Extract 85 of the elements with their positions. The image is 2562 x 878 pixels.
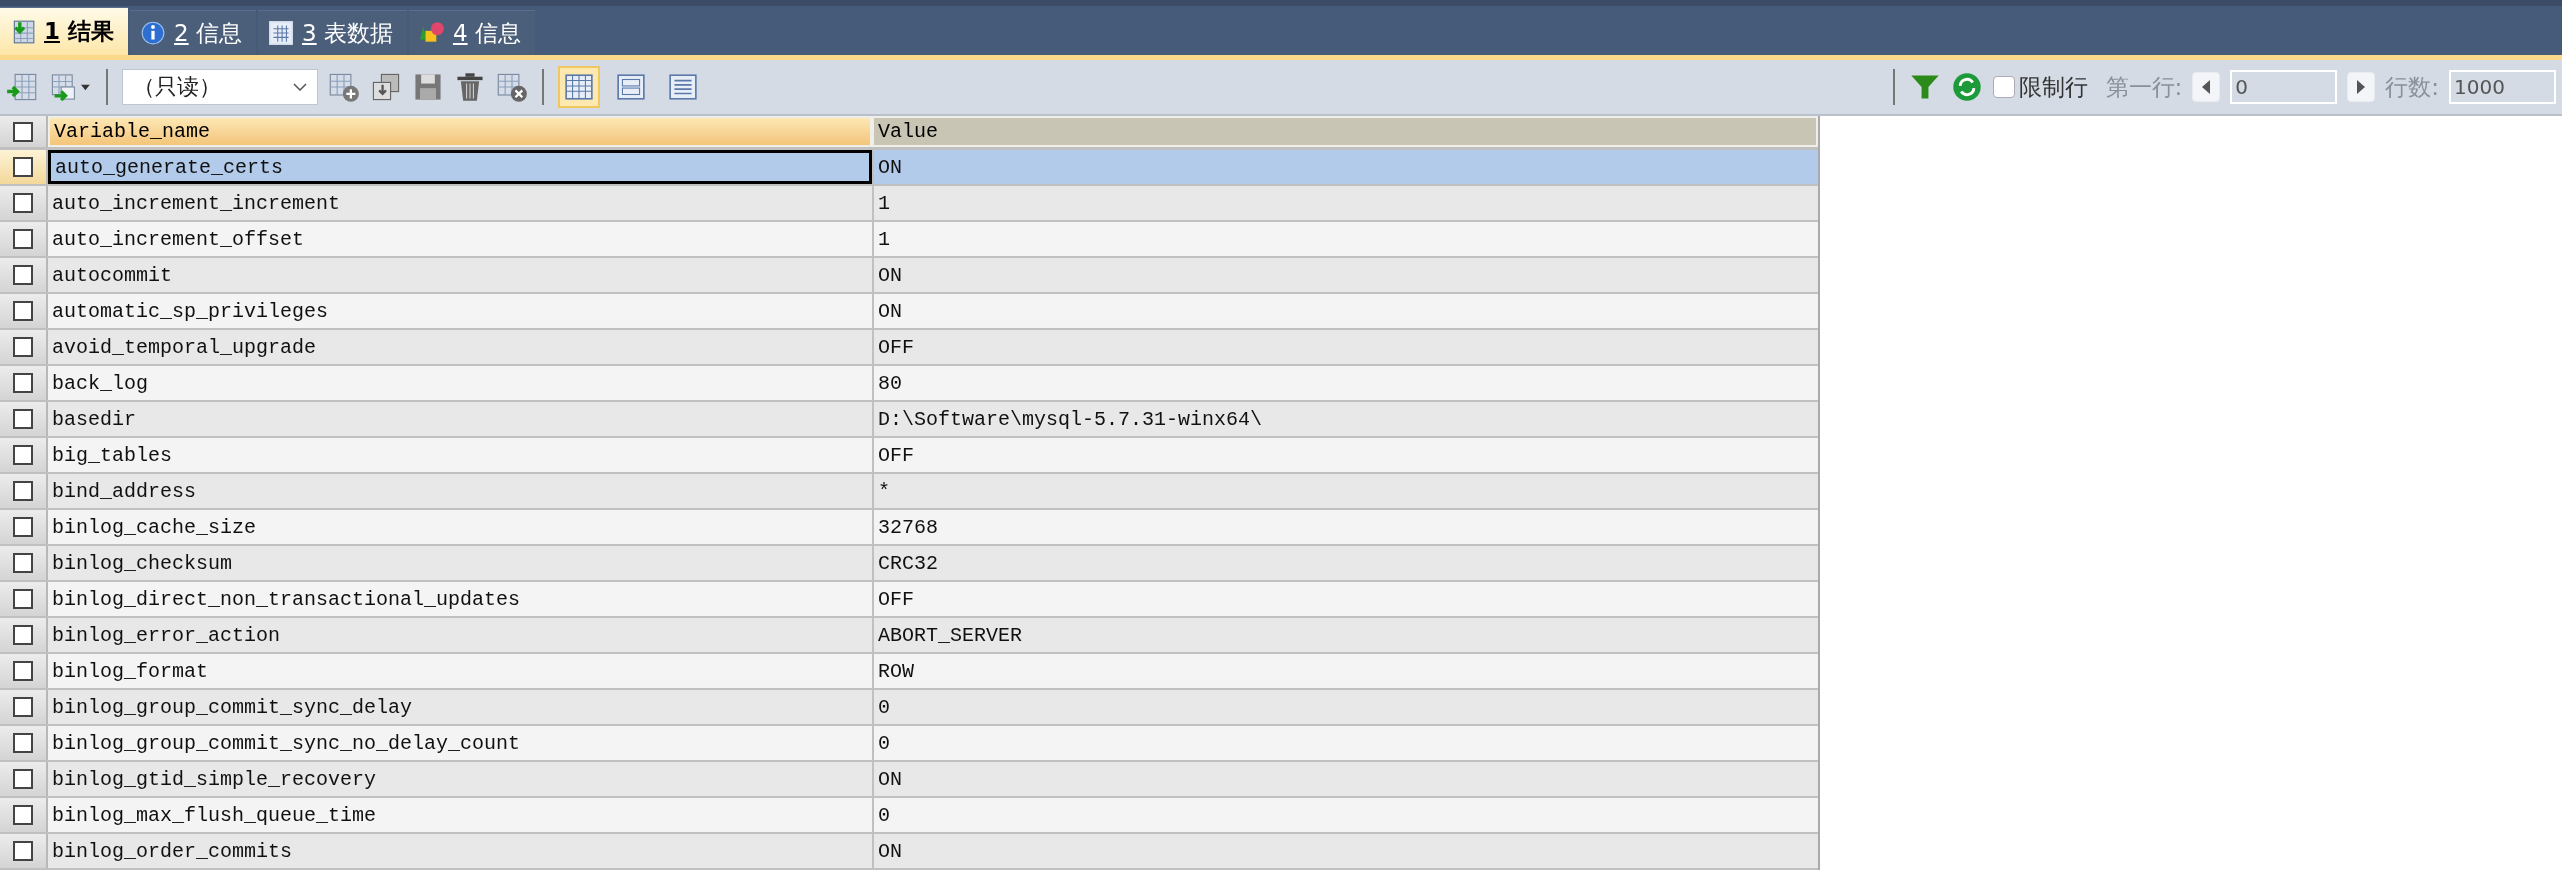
table-cell: 0 — [872, 798, 1818, 832]
result-tab[interactable]: 1 结果 — [0, 7, 129, 55]
table-cell: ON — [872, 762, 1818, 796]
delete-table-icon[interactable] — [496, 71, 528, 103]
table-cell: binlog_checksum — [48, 546, 872, 580]
table-cell: ON — [872, 258, 1818, 292]
row-checkbox[interactable] — [13, 625, 33, 645]
table-cell: binlog_direct_non_transactional_updates — [48, 582, 872, 616]
table-cell: binlog_group_commit_sync_delay — [48, 690, 872, 724]
table-cell: ROW — [872, 654, 1818, 688]
limit-rows-label: 限制行 — [2018, 72, 2088, 102]
row-checkbox[interactable] — [13, 517, 33, 537]
table-cell: 1 — [872, 222, 1818, 256]
row-checkbox[interactable] — [13, 193, 33, 213]
table-cell: auto_generate_certs — [48, 150, 872, 184]
row-checkbox[interactable] — [13, 769, 33, 789]
table-cell: binlog_error_action — [48, 618, 872, 652]
table-cell: 32768 — [872, 510, 1818, 544]
row-checkbox[interactable] — [13, 265, 33, 285]
row-checkbox[interactable] — [13, 697, 33, 717]
row-checkbox[interactable] — [13, 841, 33, 861]
duplicate-icon[interactable] — [370, 71, 402, 103]
row-checkbox[interactable] — [13, 337, 33, 357]
row-checkbox[interactable] — [13, 661, 33, 681]
table-cell: CRC32 — [872, 546, 1818, 580]
right-triangle-icon — [2356, 79, 2367, 95]
limit-rows-checkbox[interactable] — [1992, 76, 2015, 98]
table-cell: ON — [872, 834, 1818, 868]
result-tab[interactable]: 4 信息 — [408, 10, 535, 55]
table-cell: bind_address — [48, 474, 872, 508]
table-cell: basedir — [48, 402, 872, 436]
row-checkbox[interactable] — [13, 805, 33, 825]
select-all-checkbox[interactable] — [13, 121, 33, 142]
refresh-icon[interactable] — [1950, 71, 1983, 103]
left-triangle-icon — [2201, 79, 2212, 95]
grid-view-button[interactable] — [558, 66, 600, 108]
table-cell: binlog_gtid_simple_recovery — [48, 762, 872, 796]
column-header[interactable]: Value — [872, 116, 1818, 147]
table-cell: OFF — [872, 582, 1818, 616]
result-tab[interactable]: 2 信息 — [130, 10, 256, 55]
row-count-label: 行数: — [2385, 72, 2439, 102]
row-checkbox[interactable] — [13, 157, 33, 177]
table-cell: binlog_order_commits — [48, 834, 872, 868]
row-checkbox[interactable] — [13, 589, 33, 609]
column-header[interactable]: Variable_name — [48, 116, 872, 147]
table-cell: binlog_max_flush_queue_time — [48, 798, 872, 832]
add-row-icon[interactable] — [328, 71, 360, 103]
table-cell: automatic_sp_privileges — [48, 294, 872, 328]
table-cell: 1 — [872, 186, 1818, 220]
table-icon — [268, 20, 294, 46]
row-checkbox[interactable] — [13, 481, 33, 501]
row-checkbox[interactable] — [13, 733, 33, 753]
row-checkbox[interactable] — [13, 301, 33, 321]
mode-dropdown[interactable]: （只读） — [122, 69, 318, 105]
table-cell: 0 — [872, 726, 1818, 760]
table-cell: autocommit — [48, 258, 872, 292]
table-cell: * — [872, 474, 1818, 508]
table-cell: OFF — [872, 438, 1818, 472]
row-checkbox[interactable] — [13, 409, 33, 429]
table-cell: binlog_group_commit_sync_no_delay_count — [48, 726, 872, 760]
table-cell: binlog_format — [48, 654, 872, 688]
table-cell: auto_increment_increment — [48, 186, 872, 220]
chevron-down-icon — [293, 83, 307, 91]
first-row-label: 第一行: — [2105, 72, 2183, 102]
table-cell: back_log — [48, 366, 872, 400]
table-cell: auto_increment_offset — [48, 222, 872, 256]
table-cell: big_tables — [48, 438, 872, 472]
table-cell: ON — [872, 294, 1818, 328]
row-checkbox[interactable] — [13, 373, 33, 393]
table-cell: ABORT_SERVER — [872, 618, 1818, 652]
table-cell: ON — [872, 150, 1818, 184]
result-tab[interactable]: 3 表数据 — [258, 10, 407, 55]
table-cell: binlog_cache_size — [48, 510, 872, 544]
table-cell: OFF — [872, 330, 1818, 364]
table-cell: 0 — [872, 690, 1818, 724]
info-icon — [140, 20, 167, 46]
row-checkbox[interactable] — [13, 553, 33, 573]
table-cell: 80 — [872, 366, 1818, 400]
table-cell: D:\Software\mysql-5.7.31-winx64\ — [872, 402, 1818, 436]
row-checkbox[interactable] — [13, 229, 33, 249]
row-checkbox[interactable] — [13, 445, 33, 465]
trash-icon[interactable] — [454, 71, 486, 103]
save-icon[interactable] — [412, 71, 444, 103]
table-cell: avoid_temporal_upgrade — [48, 330, 872, 364]
table-import-icon[interactable] — [6, 71, 38, 103]
